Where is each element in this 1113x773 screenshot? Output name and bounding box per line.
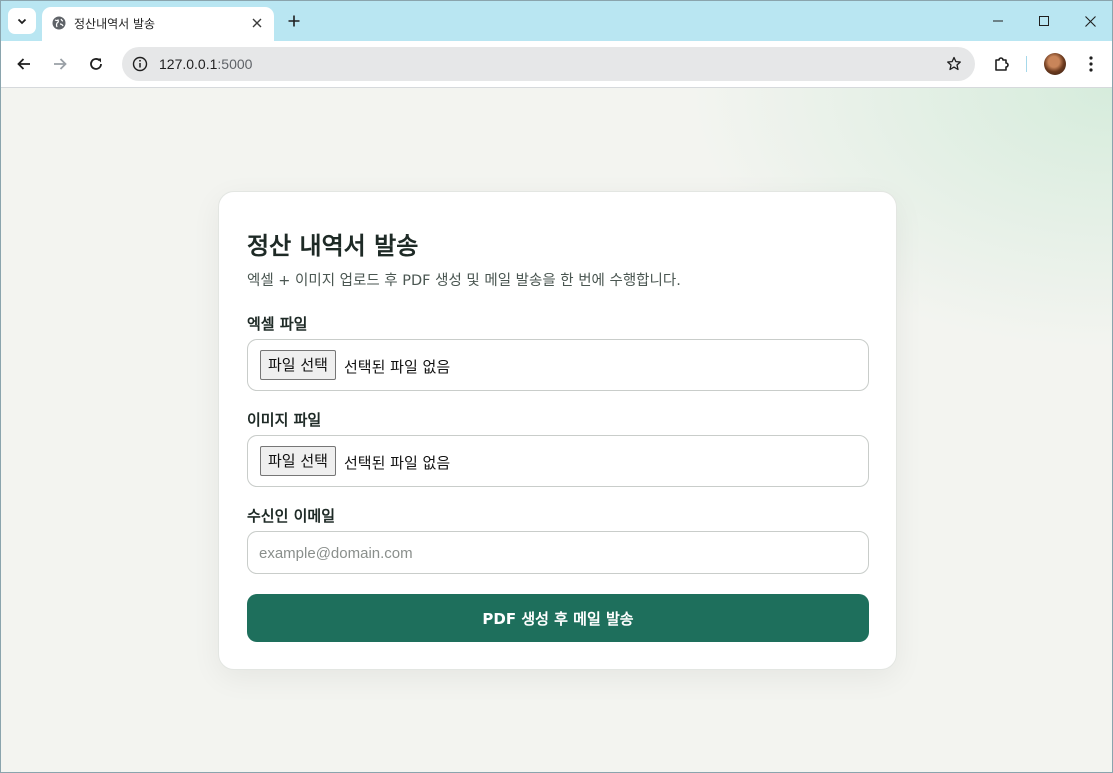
excel-file-input[interactable]: 파일 선택 선택된 파일 없음 — [247, 339, 869, 391]
active-tab[interactable]: 정산내역서 발송 — [42, 7, 274, 41]
recipient-email-field[interactable] — [259, 542, 854, 564]
browser-toolbar: 127.0.0.1:5000 — [1, 41, 1112, 88]
maximize-button[interactable] — [1021, 1, 1067, 41]
arrow-left-icon — [17, 58, 30, 70]
recipient-email-field-wrapper — [247, 531, 869, 574]
browser-menu-button[interactable] — [1081, 52, 1101, 76]
title-bar: 정산내역서 발송 — [1, 1, 1112, 41]
page-viewport: 정산 내역서 발송 엑셀 + 이미지 업로드 후 PDF 생성 및 메일 발송을… — [1, 88, 1112, 772]
url-port: :5000 — [217, 56, 253, 72]
image-file-input[interactable]: 파일 선택 선택된 파일 없음 — [247, 435, 869, 487]
globe-icon — [52, 16, 66, 30]
site-info-icon[interactable] — [131, 55, 149, 73]
arrow-right-icon — [54, 58, 67, 70]
address-bar[interactable]: 127.0.0.1:5000 — [122, 47, 975, 81]
chevron-down-icon — [17, 18, 27, 25]
new-tab-button[interactable] — [284, 11, 304, 31]
image-choose-file-button[interactable]: 파일 선택 — [260, 446, 336, 476]
back-button[interactable] — [12, 52, 36, 76]
close-tab-icon[interactable] — [248, 14, 266, 32]
extensions-button[interactable] — [990, 52, 1014, 76]
reload-button[interactable] — [84, 52, 108, 76]
excel-file-label: 엑셀 파일 — [247, 315, 308, 333]
maximize-icon — [1039, 16, 1049, 26]
recipient-email-label: 수신인 이메일 — [247, 507, 336, 525]
upload-form-card: 정산 내역서 발송 엑셀 + 이미지 업로드 후 PDF 생성 및 메일 발송을… — [218, 191, 897, 670]
excel-file-status: 선택된 파일 없음 — [344, 358, 451, 376]
close-window-button[interactable] — [1067, 1, 1112, 41]
generate-pdf-send-mail-button[interactable]: PDF 생성 후 메일 발송 — [247, 594, 869, 642]
reload-icon — [90, 58, 102, 70]
forward-button[interactable] — [48, 52, 72, 76]
puzzle-icon — [995, 57, 1009, 71]
close-icon — [1084, 15, 1096, 27]
url-text: 127.0.0.1:5000 — [159, 56, 252, 72]
tab-title: 정산내역서 발송 — [74, 17, 156, 31]
excel-choose-file-button[interactable]: 파일 선택 — [260, 350, 336, 380]
image-file-status: 선택된 파일 없음 — [344, 454, 451, 472]
url-host: 127.0.0.1 — [159, 56, 218, 72]
minimize-button[interactable] — [975, 1, 1021, 41]
profile-avatar[interactable] — [1044, 53, 1066, 75]
minimize-icon — [993, 20, 1003, 22]
page-subtitle: 엑셀 + 이미지 업로드 후 PDF 생성 및 메일 발송을 한 번에 수행합니… — [247, 273, 681, 289]
page-title: 정산 내역서 발송 — [247, 232, 419, 260]
more-vertical-icon — [1089, 56, 1093, 72]
plus-icon — [288, 15, 300, 27]
bookmark-star-icon[interactable] — [945, 55, 963, 73]
tab-search-button[interactable] — [8, 8, 36, 34]
browser-window: 정산내역서 발송 127.0.0.1:5000 정산 내역서 발송 엑셀 + 이… — [0, 0, 1113, 773]
toolbar-separator — [1026, 56, 1027, 72]
image-file-label: 이미지 파일 — [247, 411, 322, 429]
